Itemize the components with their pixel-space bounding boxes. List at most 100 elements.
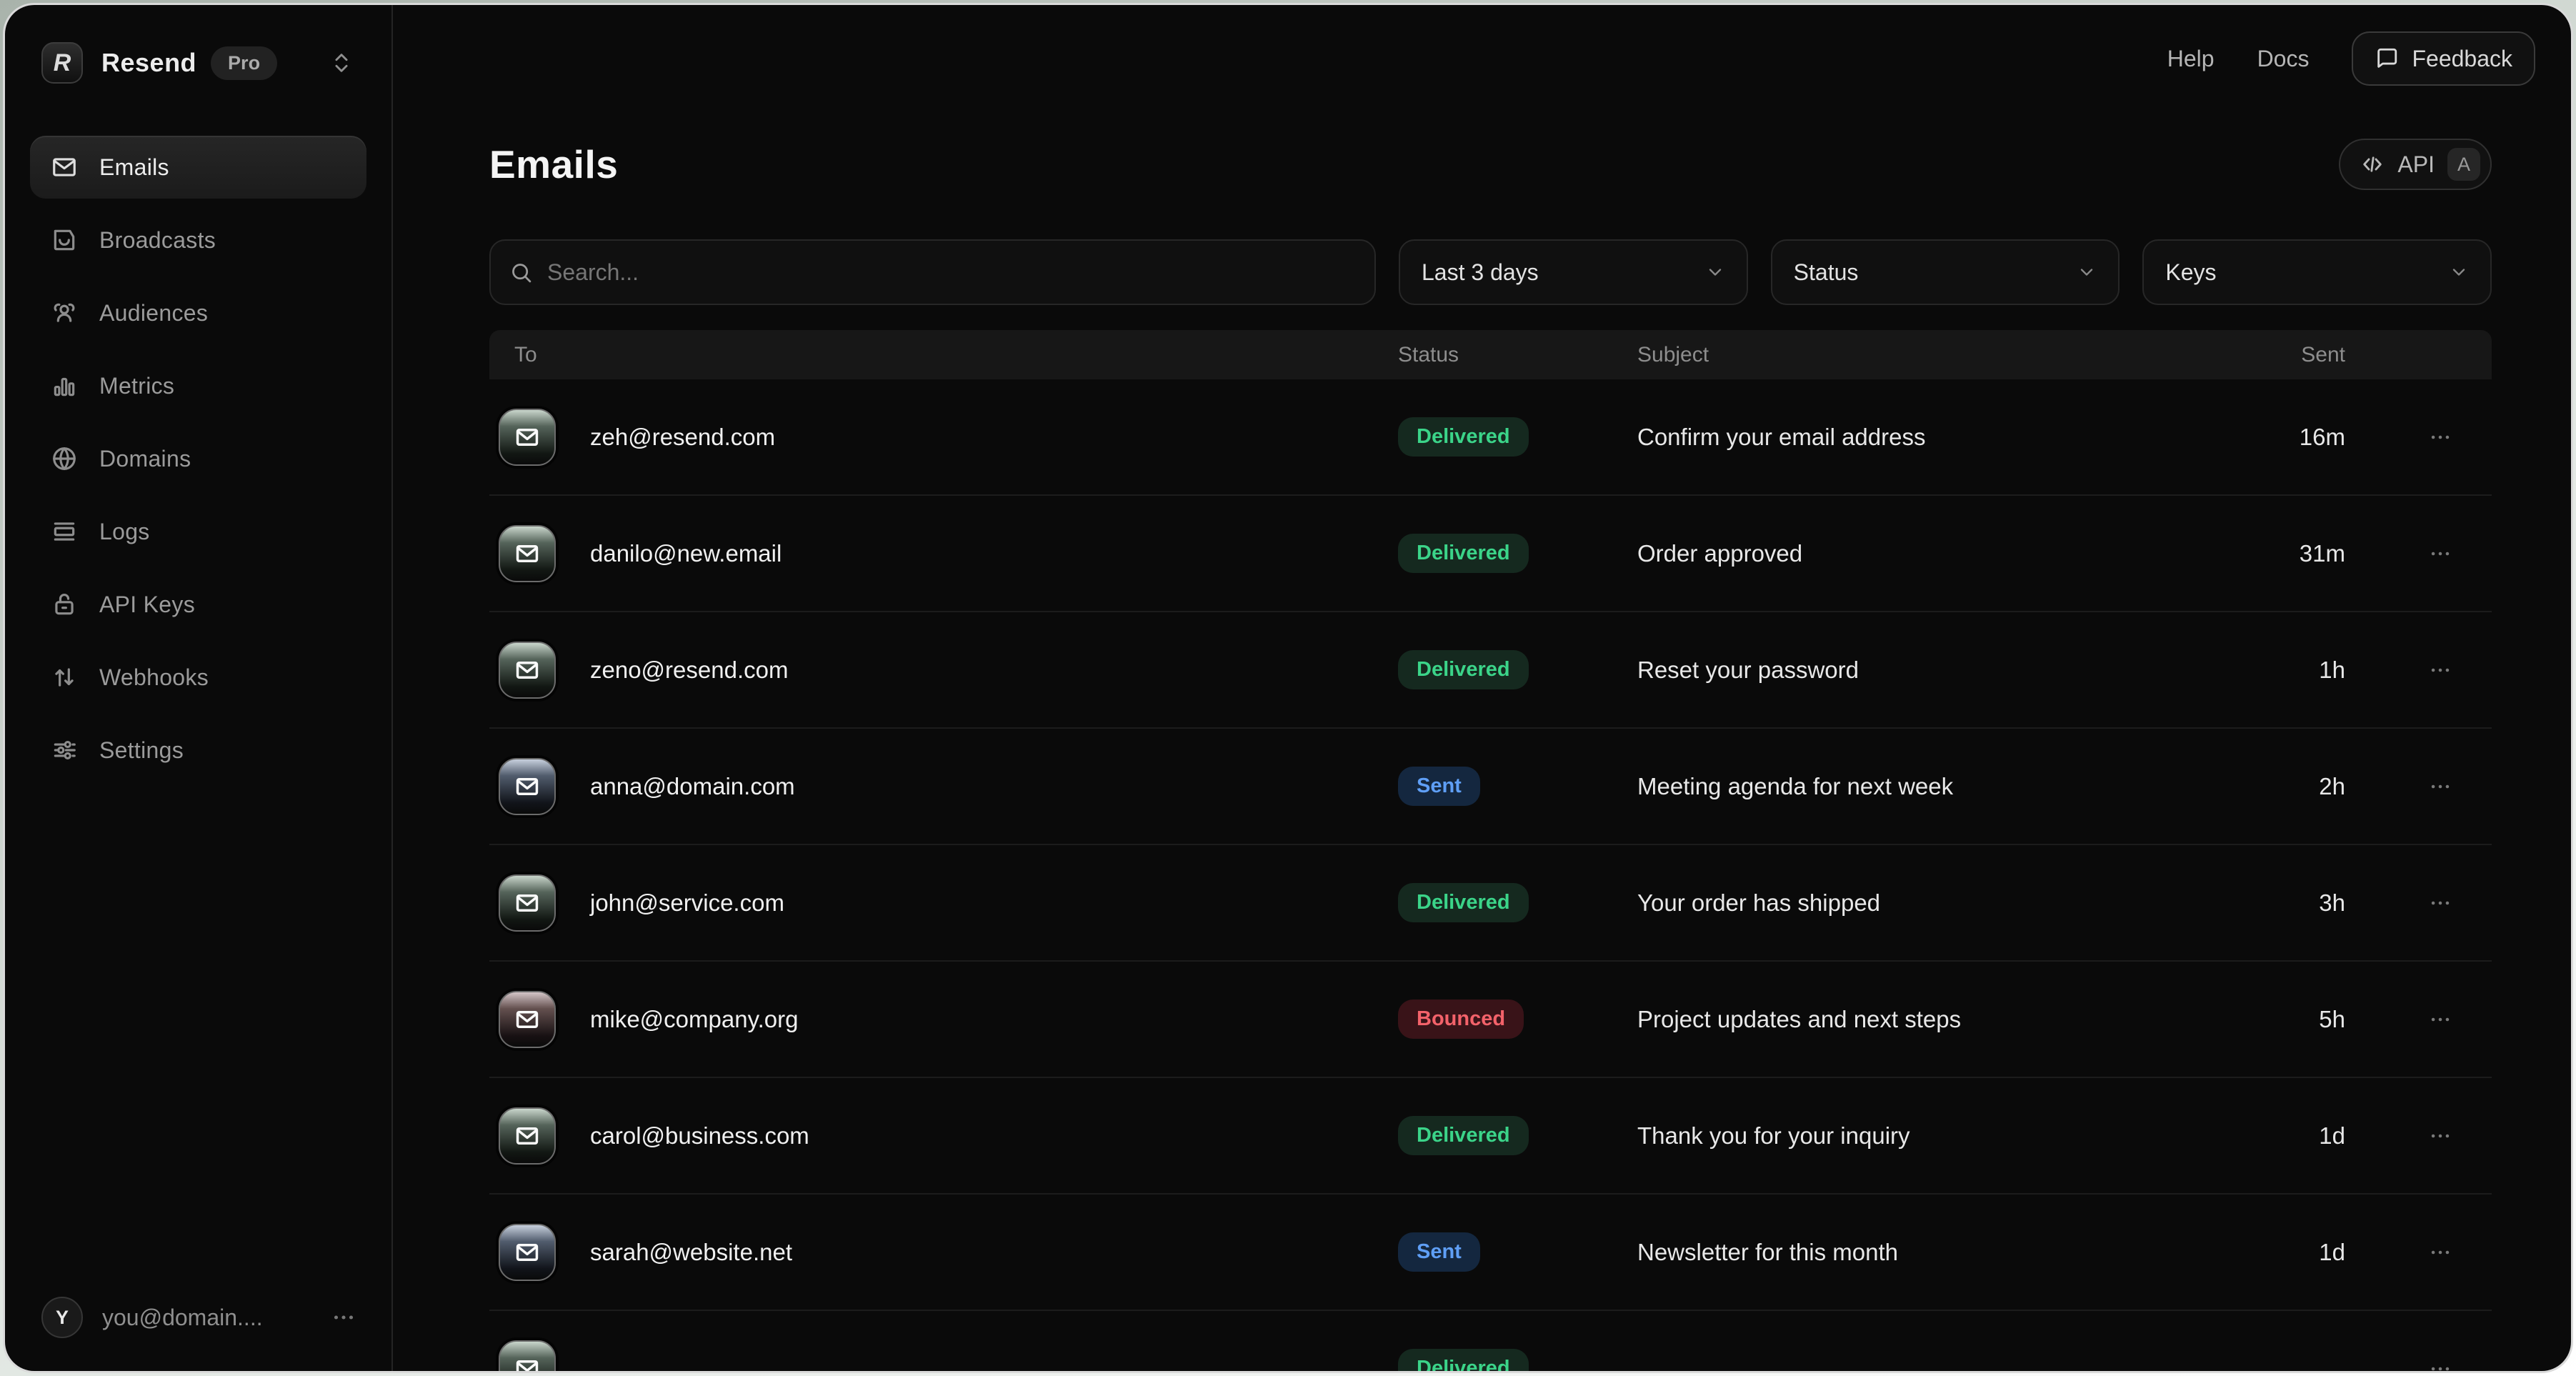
api-label: API xyxy=(2397,151,2435,178)
sidebar-item-audiences[interactable]: Audiences xyxy=(30,281,366,344)
status-badge: Delivered xyxy=(1398,1349,1529,1373)
globe-icon xyxy=(51,445,78,472)
sidebar-nav: Emails Broadcasts Audiences Metrics xyxy=(30,136,366,792)
envelope-avatar xyxy=(499,1340,556,1374)
sidebar-item-label: Webhooks xyxy=(99,664,209,691)
status-badge: Delivered xyxy=(1398,417,1529,457)
keys-value: Keys xyxy=(2165,259,2216,286)
sent-time: 1h xyxy=(2238,657,2345,684)
table-row[interactable]: Delivered xyxy=(489,1311,2492,1373)
column-header-to: To xyxy=(489,343,1398,367)
help-link[interactable]: Help xyxy=(2167,46,2215,72)
table-row[interactable]: sarah@website.net Sent Newsletter for th… xyxy=(489,1195,2492,1311)
search-icon xyxy=(509,261,533,284)
sent-time: 16m xyxy=(2238,424,2345,451)
code-icon xyxy=(2360,152,2385,176)
recipient-email: zeh@resend.com xyxy=(590,424,775,451)
table-row[interactable]: carol@business.com Delivered Thank you f… xyxy=(489,1078,2492,1195)
email-subject: Order approved xyxy=(1637,540,2238,567)
sidebar-item-label: Emails xyxy=(99,154,169,181)
status-badge: Sent xyxy=(1398,767,1480,806)
table-row[interactable]: john@service.com Delivered Your order ha… xyxy=(489,845,2492,962)
email-subject: Reset your password xyxy=(1637,657,2238,684)
arrows-up-down-icon xyxy=(51,664,78,691)
table-body: zeh@resend.com Delivered Confirm your em… xyxy=(489,379,2492,1373)
envelope-avatar xyxy=(499,758,556,815)
row-menu-ellipsis-icon[interactable] xyxy=(2345,425,2492,449)
keys-select[interactable]: Keys xyxy=(2142,239,2492,305)
table-row[interactable]: anna@domain.com Sent Meeting agenda for … xyxy=(489,729,2492,845)
column-header-sent: Sent xyxy=(2238,343,2345,367)
chevron-down-icon xyxy=(2449,262,2469,282)
sidebar-item-logs[interactable]: Logs xyxy=(30,500,366,563)
email-subject: Thank you for your inquiry xyxy=(1637,1122,2238,1150)
sidebar-item-label: API Keys xyxy=(99,592,195,618)
main-panel: Help Docs Feedback Emails API A xyxy=(393,5,2571,1371)
row-menu-ellipsis-icon[interactable] xyxy=(2345,891,2492,915)
email-subject: Confirm your email address xyxy=(1637,424,2238,451)
table-row[interactable]: zeno@resend.com Delivered Reset your pas… xyxy=(489,612,2492,729)
row-menu-ellipsis-icon[interactable] xyxy=(2345,1007,2492,1032)
recipient-email: danilo@new.email xyxy=(590,540,782,567)
sidebar-item-label: Metrics xyxy=(99,373,174,399)
resend-logo: R xyxy=(41,42,83,84)
app-window: R Resend Pro Emails Broadcasts xyxy=(3,3,2573,1373)
envelope-avatar xyxy=(499,525,556,582)
user-account[interactable]: Y you@domain.... xyxy=(41,1297,356,1338)
recipient-email: zeno@resend.com xyxy=(590,657,788,684)
sent-time: 5h xyxy=(2238,1006,2345,1033)
recipient-email: sarah@website.net xyxy=(590,1239,792,1266)
recipient-email: anna@domain.com xyxy=(590,773,795,800)
status-select[interactable]: Status xyxy=(1771,239,2120,305)
keyboard-shortcut-badge: A xyxy=(2447,148,2480,181)
chevron-down-icon xyxy=(2077,262,2097,282)
content: Emails API A Last 3 days xyxy=(393,125,2571,1373)
table-row[interactable]: zeh@resend.com Delivered Confirm your em… xyxy=(489,379,2492,496)
sidebar-item-metrics[interactable]: Metrics xyxy=(30,354,366,417)
ellipsis-icon[interactable] xyxy=(331,1305,356,1330)
inbox-icon xyxy=(51,226,78,254)
sidebar-item-domains[interactable]: Domains xyxy=(30,427,366,490)
date-range-select[interactable]: Last 3 days xyxy=(1399,239,1748,305)
status-badge: Delivered xyxy=(1398,883,1529,922)
feedback-button[interactable]: Feedback xyxy=(2352,31,2535,86)
table-row[interactable]: danilo@new.email Delivered Order approve… xyxy=(489,496,2492,612)
user-email: you@domain.... xyxy=(102,1305,263,1331)
row-menu-ellipsis-icon[interactable] xyxy=(2345,1357,2492,1374)
table-row[interactable]: mike@company.org Bounced Project updates… xyxy=(489,962,2492,1078)
email-subject: Your order has shipped xyxy=(1637,889,2238,917)
email-subject: Meeting agenda for next week xyxy=(1637,773,2238,800)
api-button[interactable]: API A xyxy=(2339,139,2492,190)
sent-time: 3h xyxy=(2238,889,2345,917)
chevrons-up-down-icon[interactable] xyxy=(329,51,354,75)
row-menu-ellipsis-icon[interactable] xyxy=(2345,1240,2492,1265)
rows-icon xyxy=(51,518,78,545)
envelope-avatar xyxy=(499,874,556,932)
email-subject: Project updates and next steps xyxy=(1637,1006,2238,1033)
recipient-email: mike@company.org xyxy=(590,1006,799,1033)
status-badge: Bounced xyxy=(1398,999,1524,1039)
recipient-email: carol@business.com xyxy=(590,1122,809,1150)
sidebar-item-label: Broadcasts xyxy=(99,227,216,254)
sidebar-item-webhooks[interactable]: Webhooks xyxy=(30,646,366,709)
row-menu-ellipsis-icon[interactable] xyxy=(2345,1124,2492,1148)
docs-link[interactable]: Docs xyxy=(2257,46,2310,72)
avatar: Y xyxy=(41,1297,83,1338)
row-menu-ellipsis-icon[interactable] xyxy=(2345,542,2492,566)
sent-time: 31m xyxy=(2238,540,2345,567)
row-menu-ellipsis-icon[interactable] xyxy=(2345,774,2492,799)
table-header: To Status Subject Sent xyxy=(489,330,2492,379)
sidebar-item-emails[interactable]: Emails xyxy=(30,136,366,199)
search-input[interactable] xyxy=(547,259,1356,286)
status-badge: Delivered xyxy=(1398,650,1529,689)
envelope-avatar xyxy=(499,991,556,1048)
workspace-switcher[interactable]: R Resend Pro xyxy=(41,41,366,84)
workspace-name: Resend xyxy=(101,48,196,78)
column-header-subject: Subject xyxy=(1637,343,2238,367)
bar-chart-icon xyxy=(51,372,78,399)
row-menu-ellipsis-icon[interactable] xyxy=(2345,658,2492,682)
search-box xyxy=(489,239,1376,305)
sidebar-item-broadcasts[interactable]: Broadcasts xyxy=(30,209,366,271)
sidebar-item-api-keys[interactable]: API Keys xyxy=(30,573,366,636)
sidebar-item-settings[interactable]: Settings xyxy=(30,719,366,782)
